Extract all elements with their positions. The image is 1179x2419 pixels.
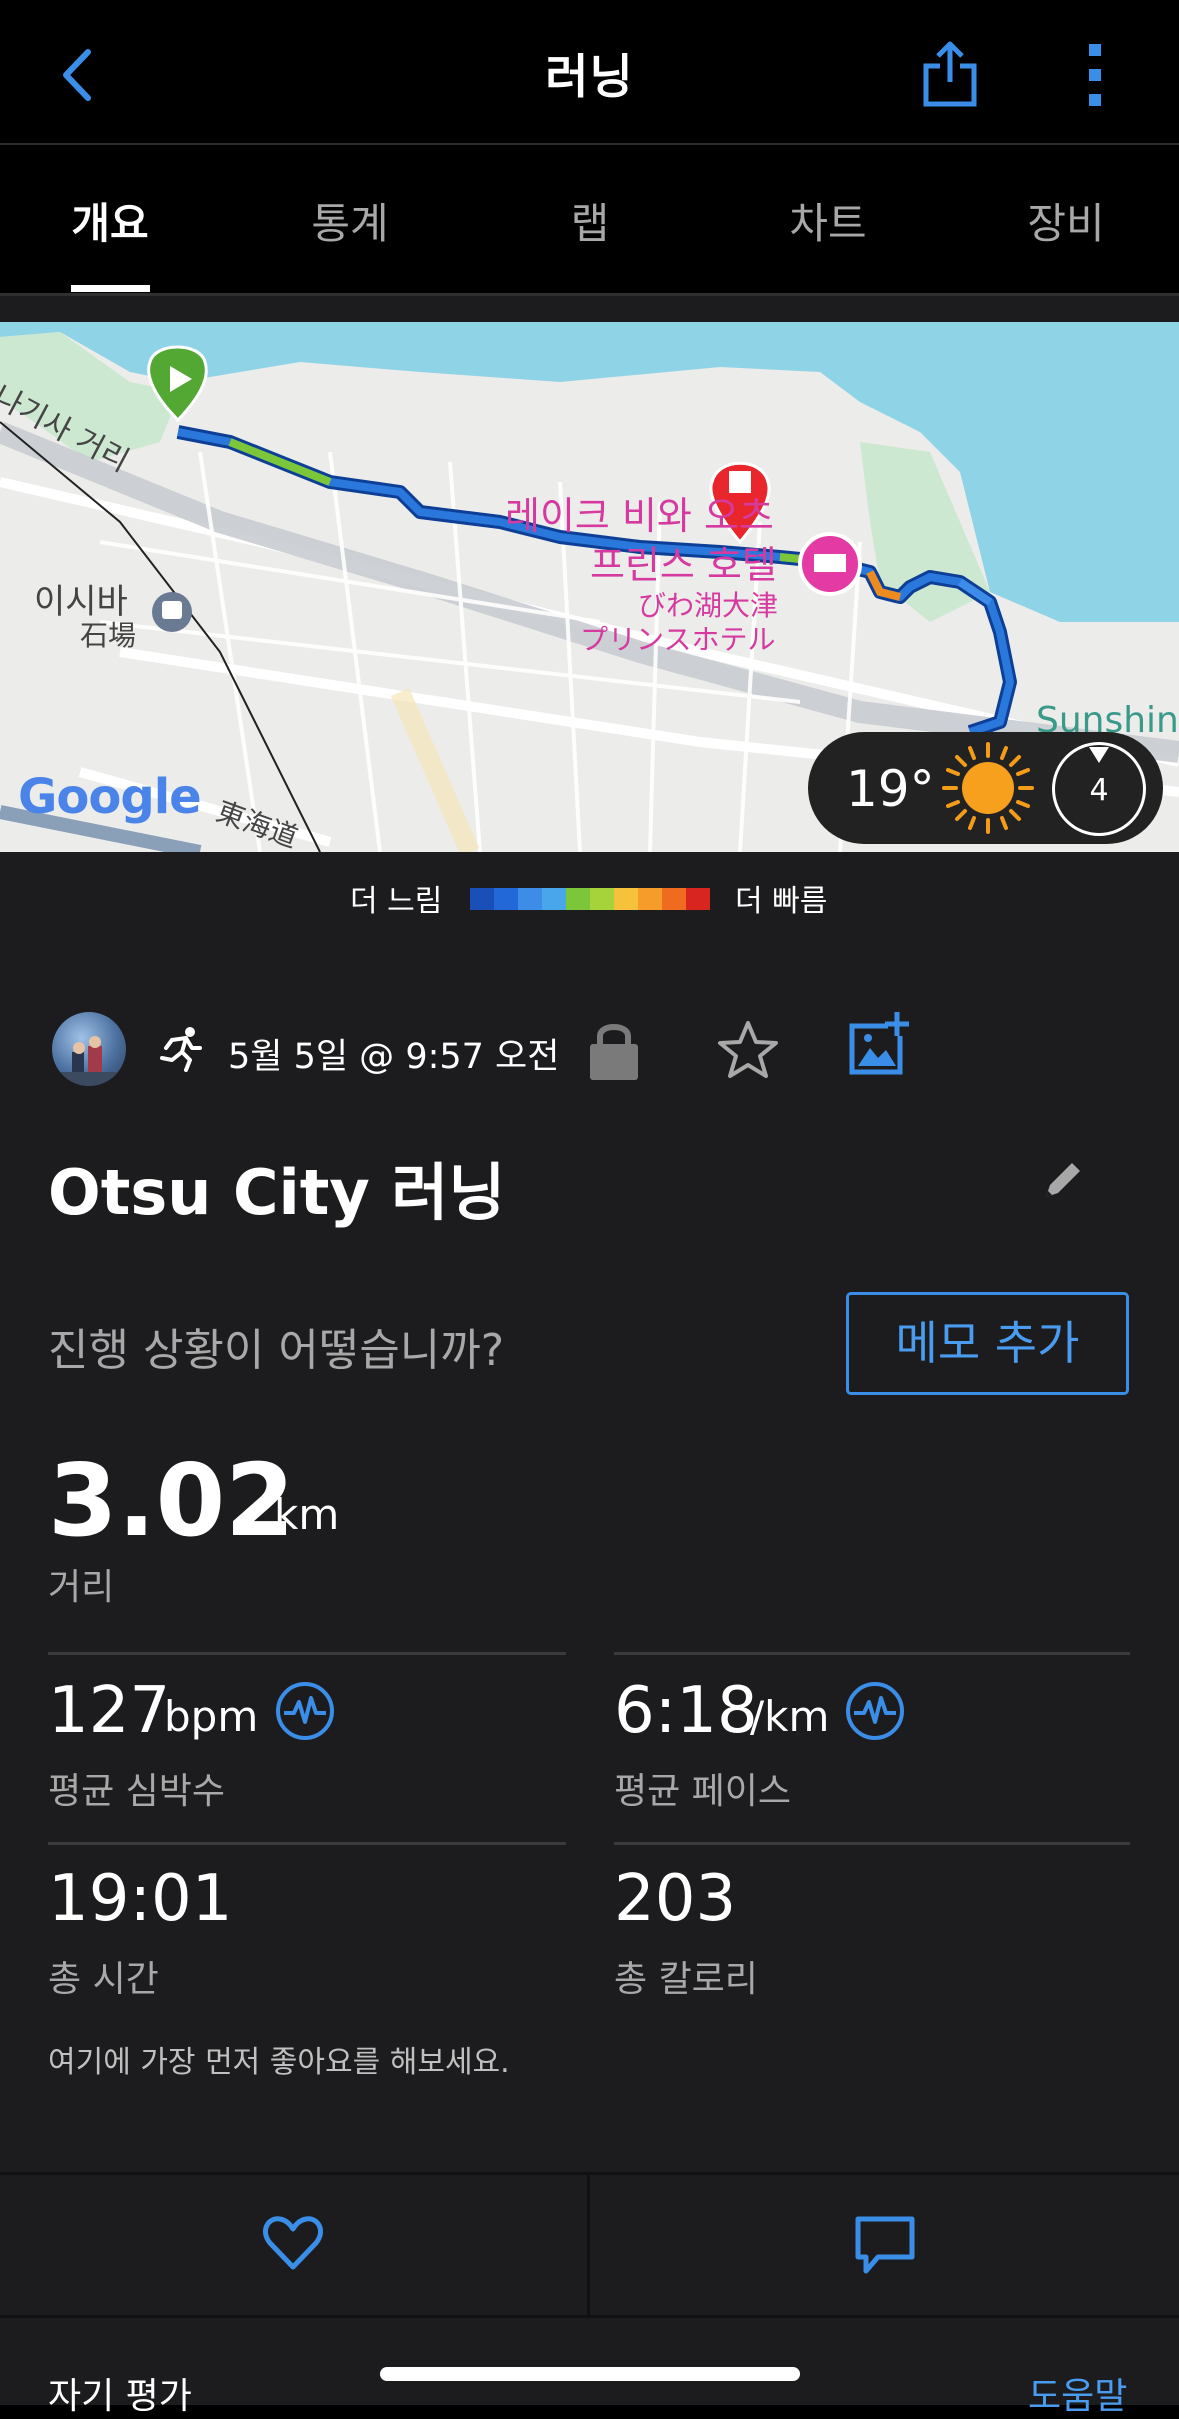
weather-badge: 19° 4 xyxy=(808,732,1163,844)
avatar[interactable] xyxy=(52,1012,126,1086)
wind-direction-icon xyxy=(1089,747,1109,763)
tab-charts[interactable]: 차트 xyxy=(728,190,928,251)
share-icon xyxy=(923,41,977,107)
route-map[interactable]: 나기사 거리 이시바 石場 레이크 비와 오츠 프린스 호텔 びわ湖大津 プリン… xyxy=(0,322,1179,852)
google-logo: Google xyxy=(18,769,202,825)
avg-hr-value: 127 xyxy=(48,1674,171,1748)
separator xyxy=(0,296,1179,322)
map-label-hotel-ko-2: 프린스 호텔 xyxy=(590,543,777,587)
tab-stats[interactable]: 통계 xyxy=(250,190,450,251)
lock-icon[interactable] xyxy=(588,1018,640,1082)
top-bar: 러닝 xyxy=(0,0,1179,145)
heart-icon xyxy=(263,2216,323,2270)
pace-color-swatch xyxy=(686,888,710,910)
activity-date: 5월 5일 @ 9:57 오전 xyxy=(228,1037,560,1077)
tab-overview[interactable]: 개요 xyxy=(10,190,210,251)
avg-hr-label: 평균 심박수 xyxy=(48,1771,226,1812)
divider xyxy=(48,1842,566,1845)
map-label-station-ja: 石場 xyxy=(80,619,137,652)
heart-rate-zone-icon[interactable] xyxy=(274,1680,336,1742)
wind-indicator: 4 xyxy=(1052,742,1146,836)
pace-color-swatch xyxy=(470,888,494,910)
avg-pace-label: 평균 페이스 xyxy=(614,1771,792,1812)
pace-legend: 더 느림 더 빠름 xyxy=(0,870,1179,920)
total-time-value: 19:01 xyxy=(48,1862,233,1936)
page-title: 러닝 xyxy=(545,50,634,105)
distance-value: 3.02 xyxy=(48,1442,295,1559)
avg-pace-value: 6:18 xyxy=(614,1674,758,1748)
activity-name: Otsu City 러닝 xyxy=(48,1156,506,1229)
distance-unit: km xyxy=(274,1490,340,1539)
train-station-icon xyxy=(152,592,192,632)
star-icon[interactable] xyxy=(716,1018,780,1082)
sun-icon xyxy=(942,742,1034,834)
help-link[interactable]: 도움말 xyxy=(1028,2367,1127,2419)
like-button[interactable] xyxy=(0,2175,590,2315)
pace-zone-icon[interactable] xyxy=(844,1680,906,1742)
distance-label: 거리 xyxy=(48,1567,115,1608)
add-photo-icon[interactable] xyxy=(848,1012,914,1078)
pace-color-swatch xyxy=(638,888,662,910)
pace-color-bar xyxy=(470,888,710,910)
divider xyxy=(48,1652,566,1655)
tab-laps[interactable]: 랩 xyxy=(490,190,690,251)
activity-meta: 5월 5일 @ 9:57 오전 xyxy=(0,1012,1179,1092)
tab-bar: 개요 통계 랩 차트 장비 xyxy=(0,145,1179,296)
calories-value: 203 xyxy=(614,1862,737,1936)
more-vertical-icon xyxy=(1089,44,1101,106)
hotel-pin-icon xyxy=(798,532,862,596)
progress-prompt: 진행 상황이 어떻습니까? xyxy=(48,1325,505,1376)
pace-color-swatch xyxy=(494,888,518,910)
pace-color-swatch xyxy=(542,888,566,910)
like-prompt: 여기에 가장 먼저 좋아요를 해보세요. xyxy=(48,2045,510,2080)
comment-icon xyxy=(855,2216,915,2274)
pace-color-swatch xyxy=(590,888,614,910)
self-evaluation-label: 자기 평가 xyxy=(48,2376,192,2417)
map-label-hotel-ko-1: 레이크 비와 오츠 xyxy=(505,494,774,538)
share-button[interactable] xyxy=(920,38,980,108)
pace-color-swatch xyxy=(566,888,590,910)
divider xyxy=(614,1842,1130,1845)
divider xyxy=(614,1652,1130,1655)
more-button[interactable] xyxy=(1080,42,1110,108)
avg-pace-unit: /km xyxy=(750,1692,830,1741)
weather-temperature: 19° xyxy=(846,760,935,818)
add-memo-button[interactable]: 메모 추가 xyxy=(846,1292,1129,1395)
social-actions xyxy=(0,2172,1179,2318)
calories-label: 총 칼로리 xyxy=(614,1959,758,2000)
pace-color-swatch xyxy=(518,888,542,910)
active-tab-indicator xyxy=(71,285,150,292)
running-icon xyxy=(160,1027,202,1072)
activity-content: 더 느림 더 빠름 5월 5일 @ 9:57 오전 Otsu City 러닝 진… xyxy=(0,852,1179,2417)
total-time-label: 총 시간 xyxy=(48,1959,159,2000)
avg-hr-unit: bpm xyxy=(164,1692,259,1741)
tab-gear[interactable]: 장비 xyxy=(966,190,1166,251)
edit-pencil-icon[interactable] xyxy=(1042,1157,1086,1201)
avatar-image xyxy=(52,1036,126,1086)
legend-slow-label: 더 느림 xyxy=(350,884,443,919)
pace-color-swatch xyxy=(614,888,638,910)
home-indicator[interactable] xyxy=(380,2367,800,2381)
map-label-hotel-ja-2: プリンスホテル xyxy=(580,623,776,656)
pace-color-swatch xyxy=(662,888,686,910)
legend-fast-label: 더 빠름 xyxy=(735,884,828,919)
comment-button[interactable] xyxy=(590,2175,1179,2315)
wind-speed: 4 xyxy=(1089,773,1109,808)
